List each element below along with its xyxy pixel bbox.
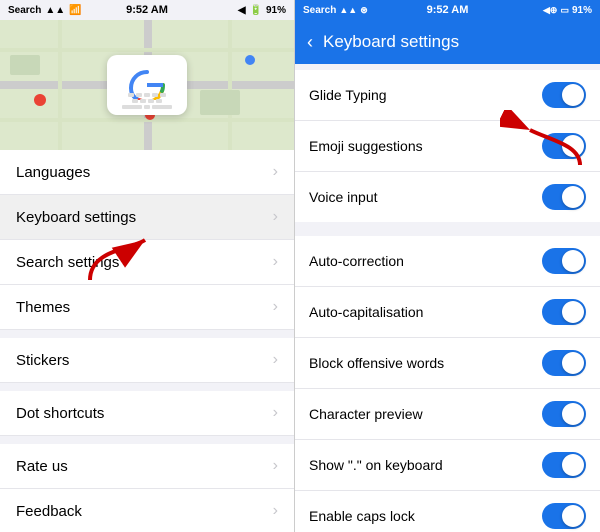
settings-item-glide-typing[interactable]: Glide Typing xyxy=(295,70,600,121)
left-status-bar: Search ▲▲ 📶 9:52 AM ◀ 🔋 91% xyxy=(0,0,294,20)
menu-item-rate-us[interactable]: Rate us › xyxy=(0,444,294,489)
menu-item-stickers-label: Stickers xyxy=(16,352,69,369)
toggle-block-offensive[interactable] xyxy=(542,350,586,376)
settings-section-2: Auto-correction Auto-capitalisation Bloc… xyxy=(295,236,600,532)
settings-item-voice-input[interactable]: Voice input xyxy=(295,172,600,222)
settings-label-auto-capitalisation: Auto-capitalisation xyxy=(309,304,423,320)
menu-divider-1 xyxy=(0,330,294,338)
menu-item-themes-label: Themes xyxy=(16,299,70,316)
menu-section-4: Rate us › Feedback › xyxy=(0,444,294,532)
menu-section-3: Dot shortcuts › xyxy=(0,391,294,436)
chevron-icon-keyboard-settings: › xyxy=(273,208,278,226)
right-signal-icon: ▲▲ xyxy=(339,5,357,15)
menu-item-keyboard-settings[interactable]: Keyboard settings › xyxy=(0,195,294,240)
keyboard-keys xyxy=(111,93,183,109)
right-carrier: Search xyxy=(303,5,336,16)
menu-divider-2 xyxy=(0,383,294,391)
left-battery: 🔋 xyxy=(250,5,262,16)
settings-item-block-offensive[interactable]: Block offensive words xyxy=(295,338,600,389)
menu-item-stickers[interactable]: Stickers › xyxy=(0,338,294,383)
left-time: 9:52 AM xyxy=(126,4,168,16)
right-location-icon: ◀⊕ xyxy=(543,5,557,16)
settings-label-glide-typing: Glide Typing xyxy=(309,87,387,103)
menu-divider-3 xyxy=(0,436,294,444)
gboard-icon xyxy=(107,55,187,115)
toggle-auto-capitalisation[interactable] xyxy=(542,299,586,325)
settings-label-voice-input: Voice input xyxy=(309,189,378,205)
settings-item-auto-correction[interactable]: Auto-correction xyxy=(295,236,600,287)
menu-item-feedback-label: Feedback xyxy=(16,503,82,520)
settings-list: Glide Typing Emoji suggestions Voice inp… xyxy=(295,64,600,532)
right-status-bar: Search ▲▲ ⊛ 9:52 AM ◀⊕ ▭ 91% xyxy=(295,0,600,20)
menu-item-rate-us-label: Rate us xyxy=(16,458,68,475)
settings-item-caps-lock[interactable]: Enable caps lock xyxy=(295,491,600,532)
toggle-show-dot-keyboard[interactable] xyxy=(542,452,586,478)
chevron-icon-search-settings: › xyxy=(273,253,278,271)
menu-item-search-settings-label: Search settings xyxy=(16,254,119,271)
chevron-icon-languages: › xyxy=(273,163,278,181)
right-time: 9:52 AM xyxy=(427,4,469,16)
menu-item-dot-shortcuts[interactable]: Dot shortcuts › xyxy=(0,391,294,436)
toggle-voice-input[interactable] xyxy=(542,184,586,210)
left-wifi-icon: 📶 xyxy=(69,5,81,16)
toggle-character-preview[interactable] xyxy=(542,401,586,427)
right-wifi-icon: ⊛ xyxy=(360,5,368,16)
settings-item-show-dot-keyboard[interactable]: Show "." on keyboard xyxy=(295,440,600,491)
chevron-icon-stickers: › xyxy=(273,351,278,369)
right-panel: Search ▲▲ ⊛ 9:52 AM ◀⊕ ▭ 91% ‹ Keyboard … xyxy=(295,0,600,532)
toggle-glide-typing[interactable] xyxy=(542,82,586,108)
menu-item-dot-shortcuts-label: Dot shortcuts xyxy=(16,405,104,422)
settings-label-emoji-suggestions: Emoji suggestions xyxy=(309,138,423,154)
left-location-icon: ◀ xyxy=(238,5,246,16)
menu-item-search-settings[interactable]: Search settings › xyxy=(0,240,294,285)
main-menu-list: Languages › Keyboard settings › Search s… xyxy=(0,150,294,532)
left-battery-pct: 91% xyxy=(266,5,286,16)
menu-item-themes[interactable]: Themes › xyxy=(0,285,294,330)
chevron-icon-rate-us: › xyxy=(273,457,278,475)
toggle-caps-lock[interactable] xyxy=(542,503,586,529)
chevron-icon-dot-shortcuts: › xyxy=(273,404,278,422)
logo-area xyxy=(0,20,294,150)
right-header: ‹ Keyboard settings xyxy=(295,20,600,64)
right-battery: ▭ xyxy=(560,5,569,16)
menu-item-feedback[interactable]: Feedback › xyxy=(0,489,294,532)
left-signal-icon: ▲▲ xyxy=(45,5,65,16)
menu-item-languages[interactable]: Languages › xyxy=(0,150,294,195)
settings-section-1: Glide Typing Emoji suggestions Voice inp… xyxy=(295,70,600,222)
menu-item-keyboard-settings-label: Keyboard settings xyxy=(16,209,136,226)
menu-section-2: Stickers › xyxy=(0,338,294,383)
menu-section-1: Languages › Keyboard settings › Search s… xyxy=(0,150,294,330)
settings-label-caps-lock: Enable caps lock xyxy=(309,508,415,524)
toggle-auto-correction[interactable] xyxy=(542,248,586,274)
settings-label-character-preview: Character preview xyxy=(309,406,423,422)
chevron-icon-themes: › xyxy=(273,298,278,316)
back-button[interactable]: ‹ xyxy=(307,32,313,53)
left-carrier: Search xyxy=(8,5,41,16)
toggle-emoji-suggestions[interactable] xyxy=(542,133,586,159)
settings-label-block-offensive: Block offensive words xyxy=(309,355,444,371)
right-battery-pct: 91% xyxy=(572,5,592,16)
right-header-title: Keyboard settings xyxy=(323,32,459,52)
settings-item-emoji-suggestions[interactable]: Emoji suggestions xyxy=(295,121,600,172)
settings-label-auto-correction: Auto-correction xyxy=(309,253,404,269)
left-panel: Search ▲▲ 📶 9:52 AM ◀ 🔋 91% xyxy=(0,0,295,532)
settings-label-show-dot-keyboard: Show "." on keyboard xyxy=(309,457,443,473)
chevron-icon-feedback: › xyxy=(273,502,278,520)
settings-item-character-preview[interactable]: Character preview xyxy=(295,389,600,440)
settings-item-auto-capitalisation[interactable]: Auto-capitalisation xyxy=(295,287,600,338)
menu-item-languages-label: Languages xyxy=(16,164,90,181)
